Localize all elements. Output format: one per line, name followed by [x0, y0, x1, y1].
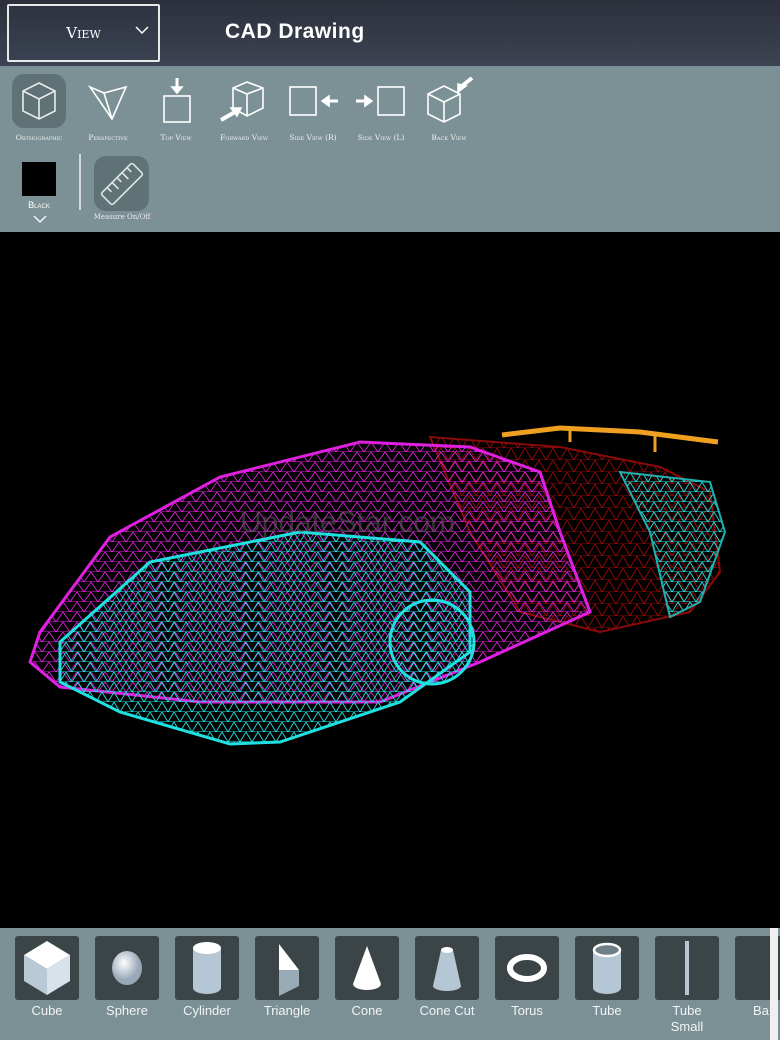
shape-cylinder[interactable]: Cylinder — [175, 936, 239, 1019]
shape-torus[interactable]: Torus — [495, 936, 559, 1019]
chevron-down-icon[interactable] — [32, 214, 48, 224]
page-title: CAD Drawing — [225, 20, 365, 43]
forward-view-icon — [217, 74, 271, 128]
shape-tube[interactable]: Tube — [575, 936, 639, 1019]
view-menu-button[interactable]: View — [7, 4, 160, 62]
cone-cut-icon — [433, 947, 461, 991]
side-view-right-icon — [286, 74, 340, 128]
tool-perspective[interactable]: Perspective — [75, 74, 141, 142]
tool-side-view-l[interactable]: Side View (L) — [348, 74, 414, 142]
tool-back-view[interactable]: Back View — [416, 74, 482, 142]
cube-icon — [24, 941, 70, 995]
rear-spoiler — [501, 425, 719, 445]
shape-cone-cut[interactable]: Cone Cut — [415, 936, 479, 1019]
tool-forward-view[interactable]: Forward View — [211, 74, 277, 142]
measure-label: Measure On/Off — [93, 213, 151, 221]
cylinder-icon — [193, 942, 221, 994]
color-label: Black — [28, 200, 50, 210]
watermark-text: UpdateStar.com — [240, 506, 455, 539]
tube-icon — [592, 942, 622, 994]
header-bar: View CAD Drawing — [0, 0, 780, 66]
tube-small-icon — [685, 941, 689, 995]
view-toolbar: Orthographic Perspective Top View Forwar… — [0, 66, 780, 232]
triangle-icon — [279, 944, 299, 996]
shelf-scrollbar[interactable] — [770, 928, 778, 1040]
cone-icon — [353, 946, 381, 990]
car-wireframe-model[interactable]: UpdateStar.com — [0, 232, 780, 928]
sphere-icon — [112, 951, 142, 985]
perspective-icon — [81, 74, 135, 128]
orthographic-cube-icon — [12, 74, 66, 128]
shape-cube[interactable]: Cube — [15, 936, 79, 1019]
tool-side-view-r[interactable]: Side View (R) — [280, 74, 346, 142]
shape-sphere[interactable]: Sphere — [95, 936, 159, 1019]
ruler-icon — [100, 162, 143, 205]
side-view-left-icon — [354, 74, 408, 128]
shape-triangle[interactable]: Triangle — [255, 936, 319, 1019]
torus-icon — [507, 954, 547, 982]
shape-shelf: Cube Sphere Cylinder Triangle Cone Cone … — [0, 928, 780, 1040]
top-view-icon — [149, 74, 203, 128]
toolbar-divider — [79, 154, 81, 210]
3d-viewport[interactable]: UpdateStar.com — [0, 232, 780, 928]
measure-toggle-button[interactable] — [94, 156, 149, 211]
tool-top-view[interactable]: Top View — [143, 74, 209, 142]
chevron-down-icon — [135, 26, 149, 35]
front-wheel — [388, 598, 476, 686]
shape-tube-small[interactable]: Tube Small — [655, 936, 719, 1035]
shape-cone[interactable]: Cone — [335, 936, 399, 1019]
color-swatch[interactable] — [22, 162, 56, 196]
view-button-label: View — [66, 24, 101, 42]
back-view-icon — [422, 74, 476, 128]
tool-orthographic[interactable]: Orthographic — [6, 74, 72, 142]
